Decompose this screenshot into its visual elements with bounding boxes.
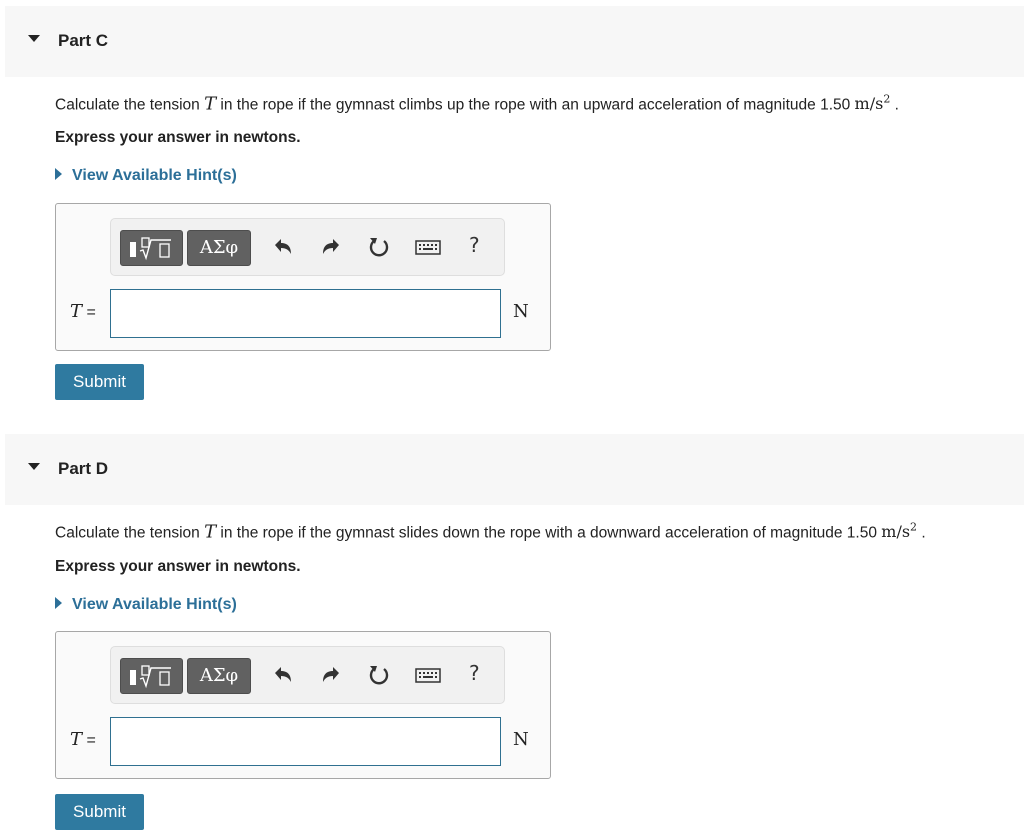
view-hints-link[interactable]: View Available Hint(s) [55,596,237,614]
part-d-header[interactable]: Part D [5,434,1024,505]
part-c-header[interactable]: Part C [5,6,1024,77]
symbols-button[interactable]: ΑΣφ [187,658,251,694]
collapse-caret-icon[interactable] [28,35,40,42]
accel-unit: m/s2 [881,521,918,542]
submit-button[interactable]: Submit [55,794,144,830]
answer-input[interactable] [110,717,501,766]
view-hints-link[interactable]: View Available Hint(s) [55,167,237,185]
help-button[interactable]: ? [469,661,480,685]
accel-unit: m/s2 [854,93,891,114]
math-toolbar: ΑΣφ ? [110,218,505,276]
templates-icon [130,665,171,689]
reset-icon[interactable] [365,233,393,261]
question-text: Calculate the tension T in the rope if t… [55,521,926,543]
variable-t: T [204,93,217,115]
variable-t: T [204,521,217,543]
unit-label: N [513,301,529,322]
part-title: Part C [58,31,109,50]
reset-icon[interactable] [365,661,393,689]
undo-icon[interactable] [269,661,297,689]
redo-icon[interactable] [317,233,345,261]
unit-label: N [513,729,529,750]
templates-button[interactable] [120,230,183,266]
expand-caret-icon [55,597,62,609]
answer-box: ΑΣφ ? T = N [55,631,551,779]
templates-icon [130,237,171,261]
answer-instruction: Express your answer in newtons. [55,129,301,146]
symbols-button[interactable]: ΑΣφ [187,230,251,266]
collapse-caret-icon[interactable] [28,463,40,470]
part-d-section: Part D Calculate the tension T in the ro… [0,428,1024,839]
answer-input[interactable] [110,289,501,338]
keyboard-icon[interactable] [413,661,443,689]
variable-label: T = [70,301,96,322]
keyboard-icon[interactable] [413,233,443,261]
help-button[interactable]: ? [469,233,480,257]
part-c-section: Part C Calculate the tension T in the ro… [0,0,1024,420]
expand-caret-icon [55,168,62,180]
submit-button[interactable]: Submit [55,364,144,400]
undo-icon[interactable] [269,233,297,261]
answer-instruction: Express your answer in newtons. [55,558,301,575]
templates-button[interactable] [120,658,183,694]
part-title: Part D [58,459,109,478]
question-text: Calculate the tension T in the rope if t… [55,93,899,115]
variable-label: T = [70,729,96,750]
answer-box: ΑΣφ ? T = N [55,203,551,351]
redo-icon[interactable] [317,661,345,689]
math-toolbar: ΑΣφ ? [110,646,505,704]
